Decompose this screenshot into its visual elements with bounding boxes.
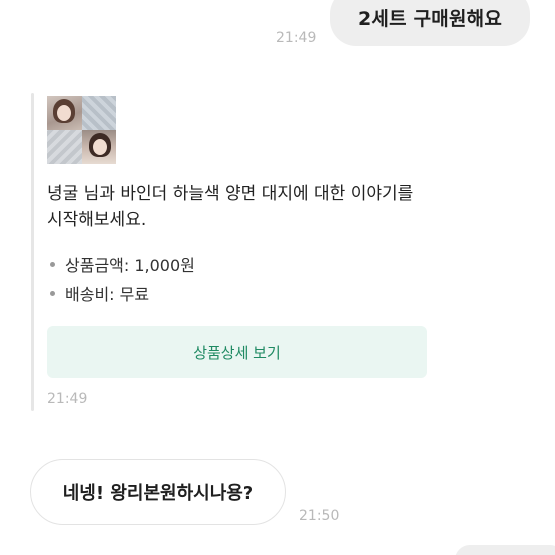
incoming-message-bubble[interactable]: 네넹! 왕리본원하시나용? bbox=[30, 459, 286, 525]
product-shipping-text: 배송비: 무료 bbox=[65, 285, 150, 304]
outgoing-message-text: 2세트 구매원해요 bbox=[358, 7, 502, 30]
product-thumbnail[interactable] bbox=[47, 96, 116, 164]
thumbnail-photo-1 bbox=[47, 96, 82, 130]
product-card-divider bbox=[31, 93, 34, 411]
outgoing-message-time: 21:49 bbox=[276, 30, 317, 46]
thumbnail-photo-4 bbox=[81, 130, 116, 164]
thumbnail-photo-2 bbox=[81, 96, 116, 130]
product-price-text: 상품금액: 1,000원 bbox=[65, 256, 195, 275]
product-detail-button-label: 상품상세 보기 bbox=[193, 343, 281, 362]
outgoing-message-bubble[interactable]: 2세트 구매원해요 bbox=[330, 0, 530, 46]
product-shipping-item: 배송비: 무료 bbox=[50, 281, 149, 305]
product-card-title: 녕굴 님과 바인더 하늘색 양면 대지에 대한 이야기를 시작해보세요. bbox=[47, 184, 414, 230]
bullet-dot-icon bbox=[50, 261, 55, 267]
next-message-bubble-edge bbox=[455, 545, 555, 555]
bullet-dot-icon bbox=[50, 290, 55, 296]
incoming-message-time: 21:50 bbox=[299, 508, 340, 524]
product-price-item: 상품금액: 1,000원 bbox=[50, 252, 195, 276]
chat-screen: 2세트 구매원해요 21:49 녕굴 님과 바인더 하늘색 양면 대지에 대한 … bbox=[0, 0, 555, 555]
product-detail-button[interactable]: 상품상세 보기 bbox=[47, 326, 427, 378]
incoming-message-text: 네넹! 왕리본원하시나용? bbox=[62, 483, 254, 504]
thumbnail-photo-3 bbox=[47, 130, 82, 164]
product-card-time: 21:49 bbox=[47, 391, 88, 407]
